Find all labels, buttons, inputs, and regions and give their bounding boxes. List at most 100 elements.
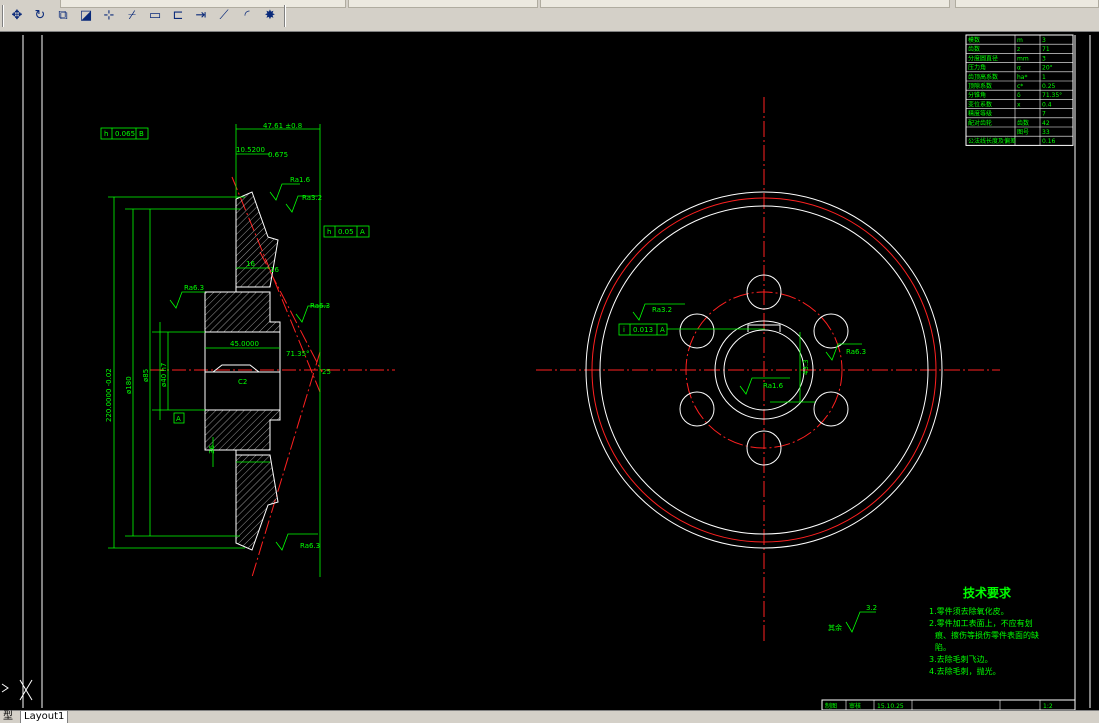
param-table-cell: 7: [1042, 111, 1046, 118]
tol-h-top-symbol: h: [104, 130, 108, 138]
break-icon: ⊹: [103, 8, 115, 23]
param-table-cell: 压力角: [968, 64, 986, 72]
break-at-point-tool-button[interactable]: ⌿: [123, 7, 141, 25]
dim-16b: 16: [270, 266, 279, 274]
orbit-icon: ↻: [34, 8, 46, 23]
param-table-cell: 齿数: [968, 45, 980, 53]
ra-center: Ra1.6: [763, 382, 784, 390]
param-table-cell: 33: [1042, 129, 1050, 136]
note-line: 1.零件须去除氧化皮。: [929, 606, 1009, 616]
param-table-cell: 公法线长度及偏差: [968, 137, 1016, 145]
orbit-tool-button[interactable]: ↻: [31, 7, 49, 25]
dim-d180: ø180: [125, 376, 133, 394]
ra-hub: Ra3.2: [652, 306, 672, 314]
toolbar-grip[interactable]: [2, 5, 4, 27]
param-table-cell: x: [1017, 101, 1021, 108]
fillet-tool-button[interactable]: ◜: [238, 7, 256, 25]
region-icon: ⊏: [172, 8, 184, 23]
ra-side: Ra6.3: [846, 348, 866, 356]
note-line: 4.去除毛刺，抛光。: [929, 666, 1001, 676]
region-tool-button[interactable]: ⊏: [169, 7, 187, 25]
param-table-cell: 42: [1042, 120, 1050, 127]
tab-model[interactable]: 型: [0, 711, 16, 723]
param-table-cell: 分锥角: [968, 91, 986, 99]
param-table-cell: 71: [1042, 46, 1050, 53]
explode-tool-button[interactable]: ✸: [261, 7, 279, 25]
note-line: 陷。: [935, 642, 951, 652]
tol-h-right-symbol: h: [327, 228, 331, 236]
toolbar-panel-mid: [348, 0, 538, 8]
technical-requirements: 技术要求 1.零件须去除氧化皮。 2.零件加工表面上，不应有划痕、擦伤等损伤零件表…: [828, 585, 1039, 676]
title-block-cell: 审核: [849, 702, 861, 710]
param-table-cell: ha*: [1017, 74, 1027, 81]
param-table-cell: δ: [1017, 92, 1021, 99]
ucs-icon: [1, 679, 33, 701]
fillet-icon: ◜: [244, 8, 250, 23]
param-table-cell: 0.25: [1042, 83, 1056, 90]
tol-i-value: 0.013: [633, 326, 653, 334]
toolbar-panel-mid2: [540, 0, 950, 8]
chamfer-icon: ⟋: [219, 8, 229, 23]
tol-h-right-ref: A: [360, 228, 365, 236]
note-line: 3.去除毛刺飞边。: [929, 654, 993, 664]
toolbar-separator: [284, 5, 286, 27]
param-table-cell: 齿数: [1017, 119, 1029, 127]
ra-bottom: Ra6.3: [300, 542, 320, 550]
tab-layout1[interactable]: Layout1: [20, 711, 69, 723]
param-table-cell: 0.4: [1042, 101, 1052, 108]
title-block: 制图 审核 15.10.25 1:2: [821, 699, 1076, 710]
ref-a: A: [176, 415, 181, 423]
dim-25: 25: [322, 368, 331, 376]
param-table-cell: 分度圆直径: [968, 54, 998, 62]
param-table-cell: 顶隙系数: [968, 82, 992, 90]
break-tool-button[interactable]: ⊹: [100, 7, 118, 25]
ra-top-1: Ra1.6: [290, 176, 311, 184]
param-table-cell: 齿顶高系数: [968, 73, 998, 81]
note-line: 2.零件加工表面上，不应有划: [929, 618, 1033, 628]
param-table-cell: 图号: [1017, 129, 1029, 136]
param-table-cell: 变位系数: [968, 100, 992, 108]
surface-label: 其余: [828, 623, 842, 632]
angle-71: 71.35°: [286, 350, 310, 358]
draw-order-icon: ◪: [79, 8, 93, 23]
param-table-cell: 模数: [968, 36, 980, 44]
dim-47: 47.61 ±0.8: [263, 122, 302, 130]
rectangle-tool-button[interactable]: ▭: [146, 7, 164, 25]
ra-right: Ra6.3: [310, 302, 330, 310]
param-table-cell: z: [1017, 46, 1020, 53]
rectangle-icon: ▭: [148, 8, 162, 23]
param-table-cell: 配对齿轮: [968, 119, 992, 127]
dim-d85: ø85: [142, 369, 150, 382]
note-line: 痕、擦伤等损伤零件表面的缺: [935, 630, 1039, 640]
zoom-window-icon: ⧉: [58, 8, 68, 23]
ra-left: Ra6.3: [184, 284, 204, 292]
join-tool-button[interactable]: ⇥: [192, 7, 210, 25]
chamfer-tool-button[interactable]: ⟋: [215, 7, 233, 25]
draw-order-tool-button[interactable]: ◪: [77, 7, 95, 25]
tol-h-top-ref: B: [139, 130, 144, 138]
dim-keyway: 43.3: [802, 359, 810, 375]
dim-16: 16: [246, 260, 255, 268]
param-table-cell: mm: [1017, 55, 1029, 62]
pan-icon: ✥: [11, 8, 23, 23]
zoom-window-tool-button[interactable]: ⧉: [54, 7, 72, 25]
param-table-cell: 3: [1042, 37, 1046, 44]
param-table-cell: 71.35°: [1042, 92, 1062, 99]
dim-10-5: 10.5200: [236, 146, 265, 154]
join-icon: ⇥: [195, 8, 207, 23]
drawing-canvas[interactable]: h 0.065 B 47.61 ±0.8 10.5200 0.675 Ra1.6…: [0, 32, 1099, 710]
toolbar-panel-right: [955, 0, 1099, 8]
param-table-cell: c*: [1017, 83, 1023, 90]
title-block-cell: 15.10.25: [877, 703, 904, 710]
dim-overall: 220.0000 -0.02: [105, 368, 113, 422]
dim-45: 45.0000: [230, 340, 259, 348]
title-block-cell: 制图: [825, 702, 837, 710]
pan-tool-button[interactable]: ✥: [8, 7, 26, 25]
dim-0-675: 0.675: [268, 151, 288, 159]
dim-d40: ø40 h7: [160, 363, 168, 387]
break-at-point-icon: ⌿: [128, 8, 136, 23]
param-table-cell: 0.16: [1042, 138, 1056, 145]
param-table-cell: 3: [1042, 55, 1046, 62]
notes-title: 技术要求: [963, 585, 1012, 600]
tol-i-ref: A: [660, 326, 665, 334]
